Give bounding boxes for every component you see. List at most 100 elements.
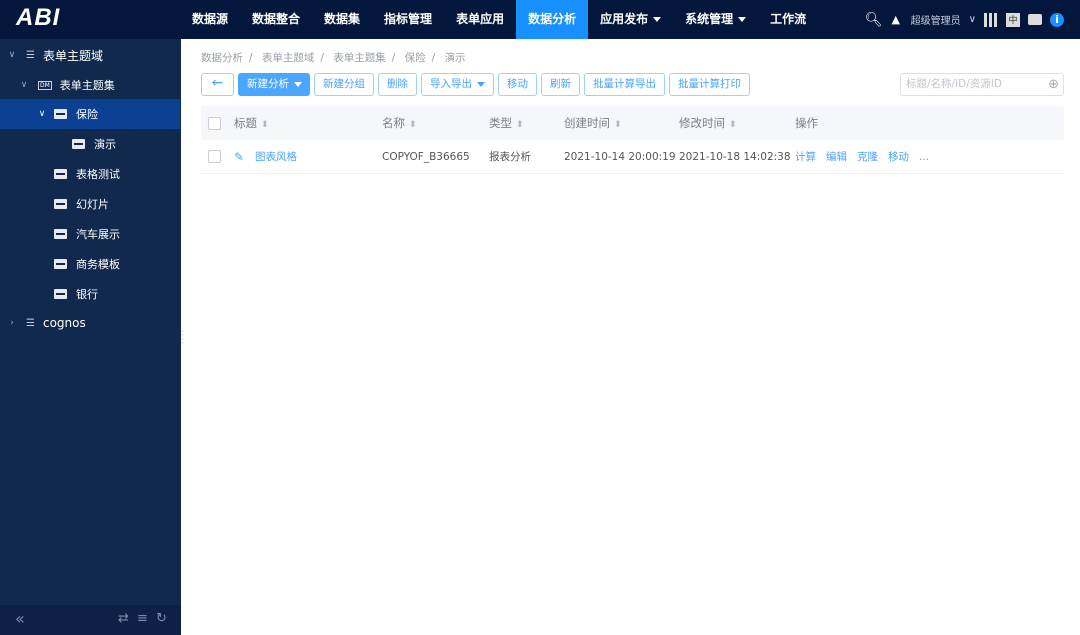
tree-item-table-test[interactable]: 表格测试 [0,159,180,189]
tree-item-slides[interactable]: 幻灯片 [0,189,180,219]
delete-button[interactable]: 删除 [378,73,417,96]
tree-item-car-show[interactable]: 汽车展示 [0,219,180,249]
info-icon[interactable]: i [1050,12,1064,27]
folder-icon [54,169,67,179]
collapse-icon[interactable]: « [15,609,25,628]
nav-datasource[interactable]: 数据源 [180,0,240,39]
tree-label: 表单主题集 [59,79,115,92]
breadcrumb-item: 演示 [444,52,466,64]
move-link[interactable]: 移动 [888,151,909,163]
folder-icon [54,259,67,269]
folder-icon [72,139,85,149]
header-label: 类型 [489,116,512,130]
new-group-button[interactable]: 新建分组 [314,73,374,96]
nav-data-analysis[interactable]: 数据分析 [516,0,589,39]
list-icon[interactable]: ≡ [137,611,148,626]
button-label: 导入导出 [430,78,472,90]
chevron-right-icon[interactable]: › [6,318,18,328]
tree-label: 汽车展示 [76,228,120,241]
swap-icon[interactable]: ⇄ [118,611,129,626]
tree-item-bank[interactable]: 银行 [0,279,180,309]
sidebar: ∨ ☰ 表单主题域 ∨ DM 表单主题集 ∨ 保险 演示 表格测试 幻灯片 汽车展示 商务… [0,39,181,635]
nav-app-publish[interactable]: 应用发布 [588,0,673,39]
row-checkbox[interactable] [208,150,221,163]
nav-form-app[interactable]: 表单应用 [444,0,516,39]
more-link[interactable]: ... [919,151,929,163]
move-button[interactable]: 移动 [498,73,537,96]
table-row: ✎ 图表风格 COPYOF_B36665 报表分析 2021-10-14 20:… [201,140,1064,174]
logo: ABI [16,4,61,31]
header-label: 修改时间 [679,116,725,130]
resource-table: 标题 ⬍ 名称 ⬍ 类型 ⬍ 创建时间 ⬍ 修改时间 ⬍ 操作 ✎ 图表风格 COPYOF… [201,106,1064,174]
batch-export-button[interactable]: 批量计算导出 [584,73,665,96]
nav-metrics[interactable]: 指标管理 [372,0,444,39]
sort-icon[interactable]: ⬍ [614,120,622,130]
dataset-icon: DM [38,80,52,90]
breadcrumb-item[interactable]: 数据分析 [201,52,243,64]
breadcrumb-item[interactable]: 表单主题域 [262,52,315,64]
nav-system[interactable]: 系统管理 [673,0,758,39]
col-title[interactable]: 标题 ⬍ [234,115,269,131]
col-type[interactable]: 类型 ⬍ [489,115,524,131]
main-nav: 数据源 数据整合 数据集 指标管理 表单应用 数据分析 应用发布 系统管理 工作… [180,0,818,39]
breadcrumb-item[interactable]: 保险 [405,52,426,64]
chevron-down-icon[interactable]: ∨ [969,14,976,25]
tree-item-form-domain[interactable]: ∨ ☰ 表单主题域 [0,40,180,70]
sort-icon[interactable]: ⬍ [409,120,417,130]
top-bar: ABI 数据源 数据整合 数据集 指标管理 表单应用 数据分析 应用发布 系统管… [0,0,1080,39]
refresh-icon[interactable]: ↻ [156,611,167,626]
edit-link[interactable]: 编辑 [826,151,847,163]
chevron-down-icon[interactable]: ∨ [18,80,30,90]
toolbar: ← 新建分析 新建分组 删除 导入导出 移动 刷新 批量计算导出 批量计算打印 [201,73,750,96]
select-all-checkbox[interactable] [208,116,221,130]
tree-label: 银行 [76,288,98,301]
new-analysis-button[interactable]: 新建分析 [238,73,310,96]
col-created[interactable]: 创建时间 ⬍ [564,115,622,131]
col-name[interactable]: 名称 ⬍ [382,115,417,131]
compute-link[interactable]: 计算 [795,151,816,163]
folder-icon [54,289,67,299]
search-icon[interactable]: 🔍︎ [865,12,883,28]
sort-icon[interactable]: ⬍ [729,120,737,130]
clone-link[interactable]: 克隆 [857,151,878,163]
tree-item-form-set[interactable]: ∨ DM 表单主题集 [0,70,180,100]
tree-item-demo[interactable]: 演示 [0,129,180,159]
breadcrumb-item[interactable]: 表单主题集 [333,52,386,64]
locate-icon[interactable]: ⊕ [1048,74,1059,95]
qrcode-icon[interactable] [984,12,998,27]
tree-item-cognos[interactable]: › ☰ cognos [0,308,180,338]
user-menu[interactable]: 超级管理员 [911,12,961,27]
sort-icon[interactable]: ⬍ [516,120,524,130]
import-export-button[interactable]: 导入导出 [421,73,494,96]
main-content: 数据分析 / 表单主题域 / 表单主题集 / 保险 / 演示 ← 新建分析 新建分组 删… [181,39,1080,635]
search-input[interactable]: 标题/名称/ID/资源ID ⊕ [900,73,1064,96]
user-icon: ▲ [891,13,900,26]
tree-label: 表单主题域 [42,48,103,63]
table-header: 标题 ⬍ 名称 ⬍ 类型 ⬍ 创建时间 ⬍ 修改时间 ⬍ 操作 [201,106,1064,140]
folder-icon [54,229,67,239]
report-icon: ✎ [234,149,245,164]
caret-down-icon [738,17,747,22]
sidebar-footer: « ⇄ ≡ ↻ [0,605,181,635]
tree-item-business-template[interactable]: 商务模板 [0,249,180,279]
back-button[interactable]: ← [201,73,234,96]
batch-print-button[interactable]: 批量计算打印 [669,73,750,96]
chevron-down-icon[interactable]: ∨ [36,109,48,119]
nav-workflow[interactable]: 工作流 [758,0,818,39]
button-label: 新建分析 [247,78,289,90]
nav-dataset[interactable]: 数据集 [312,0,372,39]
nav-label: 系统管理 [685,12,734,26]
col-modified[interactable]: 修改时间 ⬍ [679,115,737,131]
header-label: 创建时间 [564,116,610,130]
tree-label: 商务模板 [76,258,120,271]
tree-item-insurance[interactable]: ∨ 保险 [0,99,180,129]
caret-down-icon [477,81,485,87]
tree-label: 幻灯片 [76,198,109,211]
message-icon[interactable] [1028,14,1042,25]
refresh-button[interactable]: 刷新 [541,73,580,96]
language-icon[interactable]: 中 [1006,12,1020,27]
sort-icon[interactable]: ⬍ [261,120,269,130]
row-title-link[interactable]: 图表风格 [255,149,297,164]
chevron-down-icon[interactable]: ∨ [6,50,18,60]
nav-data-integration[interactable]: 数据整合 [240,0,312,39]
